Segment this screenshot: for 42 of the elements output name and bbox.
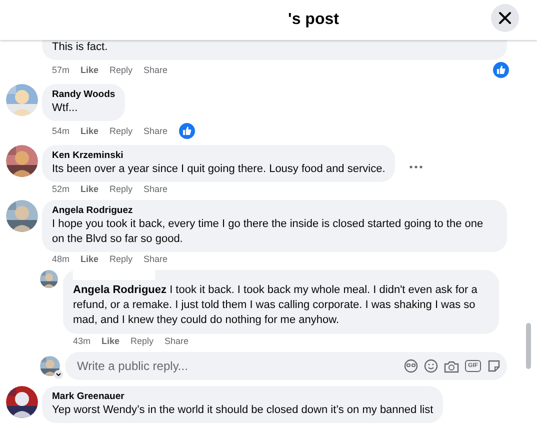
- timestamp: 48m: [52, 254, 70, 264]
- sticker-icon[interactable]: [487, 359, 501, 373]
- comment-text: Wtf...: [52, 101, 79, 116]
- close-icon: [498, 11, 512, 25]
- comment-action-link[interactable]: Like: [102, 336, 120, 346]
- timestamp: 57m: [52, 65, 70, 75]
- comment-action-link[interactable]: Like: [80, 126, 99, 136]
- comment-text: Its been over a year since I quit going there. Lousy food and service.: [52, 162, 386, 177]
- comment-action-link[interactable]: Reply: [110, 126, 133, 136]
- author-name[interactable]: Randy Woods: [52, 89, 116, 100]
- camera-icon[interactable]: [444, 360, 459, 372]
- comment-action-link[interactable]: Share: [144, 254, 168, 264]
- author-name[interactable]: Mark Greenauer: [52, 391, 434, 402]
- comment-action-link[interactable]: Reply: [110, 184, 133, 194]
- author-name[interactable]: Ken Krzeminski: [52, 150, 386, 161]
- timestamp: 54m: [52, 126, 70, 136]
- comment-action-link[interactable]: Like: [80, 254, 99, 264]
- window-title: 's post: [288, 11, 339, 29]
- comment-action-link[interactable]: Share: [164, 336, 189, 346]
- close-button[interactable]: [491, 4, 519, 32]
- reply-text: Angela Rodriguez I took it back. I took back my whole meal. I didn't even ask for a refund, or a remake. I just told them I was calling corporate. I was shaking I was so mad, and I knew they could do nothing for me anyhow.: [73, 283, 478, 328]
- comment-action-link[interactable]: Reply: [110, 254, 133, 264]
- comment-action-link[interactable]: Reply: [130, 336, 154, 346]
- emoji-icon[interactable]: [424, 359, 438, 373]
- like-reaction-icon[interactable]: [178, 123, 195, 139]
- author-name[interactable]: Angela Rodriguez: [52, 205, 497, 216]
- comment-action-link[interactable]: Reply: [110, 65, 133, 75]
- timestamp: 52m: [52, 184, 70, 194]
- comment-action-link[interactable]: Like: [80, 184, 99, 194]
- more-icon: [409, 164, 424, 168]
- comment-action-link[interactable]: Share: [144, 126, 168, 136]
- comment-action-link[interactable]: Like: [80, 65, 99, 75]
- comment-text: Yep worst Wendy’s in the world it should be closed down it’s on my banned list: [52, 403, 434, 418]
- avatar-sticker-icon[interactable]: [404, 359, 418, 373]
- comment-action-link[interactable]: Share: [144, 184, 168, 194]
- like-reaction-icon[interactable]: [493, 62, 509, 78]
- scrollbar-thumb[interactable]: [526, 323, 531, 369]
- chevron-icon[interactable]: [54, 370, 63, 379]
- comment-action-link[interactable]: Share: [144, 65, 168, 75]
- comment-text: I hope you took it back, every time I go there the inside is closed started going to the one on the Blvd so far so good.: [52, 217, 484, 247]
- timestamp: 43m: [73, 336, 91, 346]
- comment-text: This is fact.: [52, 40, 109, 55]
